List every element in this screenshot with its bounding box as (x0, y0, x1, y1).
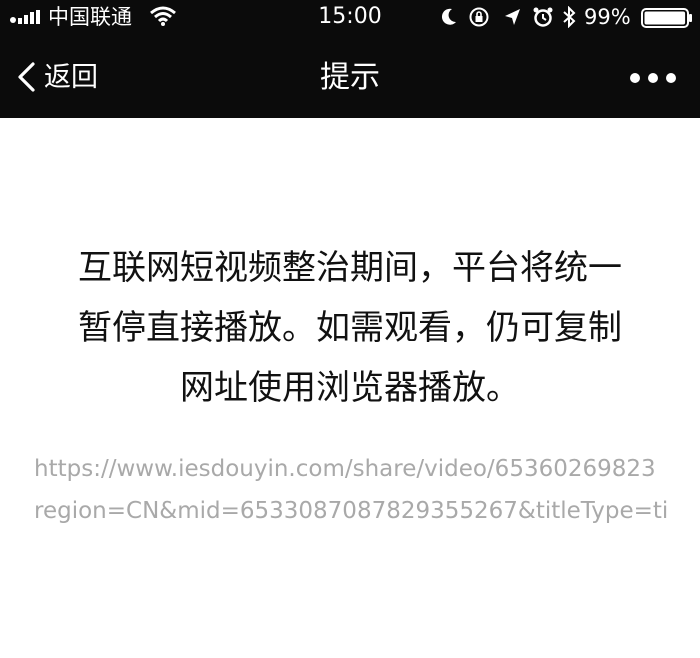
more-icon[interactable] (628, 66, 678, 90)
top-bar: 中国联通 15:00 99% 返回 提示 (0, 0, 700, 118)
status-bar: 中国联通 15:00 99% (0, 0, 700, 36)
location-icon (505, 9, 520, 25)
bluetooth-icon (563, 6, 576, 28)
message-line: 互联网短视频整治期间，平台将统一 (78, 248, 622, 288)
video-url-link[interactable]: https://www.iesdouyin.com/share/video/65… (34, 448, 700, 532)
rotation-lock-icon (469, 7, 489, 27)
navigation-bar: 返回 提示 (0, 36, 700, 118)
moon-icon (441, 8, 456, 25)
alarm-icon (533, 7, 553, 27)
message-line: 网址使用浏览器播放。 (180, 368, 520, 408)
message-line: 暂停直接播放。如需观看，仍可复制 (78, 308, 622, 348)
notice-message: 互联网短视频整治期间，平台将统一 暂停直接播放。如需观看，仍可复制 网址使用浏览… (20, 238, 680, 418)
url-line: region=CN&mid=6533087087829355267&titleT… (34, 498, 669, 524)
battery-icon (641, 8, 692, 28)
battery-percent: 99% (584, 5, 631, 29)
url-line: https://www.iesdouyin.com/share/video/65… (34, 456, 656, 482)
page-title: 提示 (320, 60, 380, 95)
